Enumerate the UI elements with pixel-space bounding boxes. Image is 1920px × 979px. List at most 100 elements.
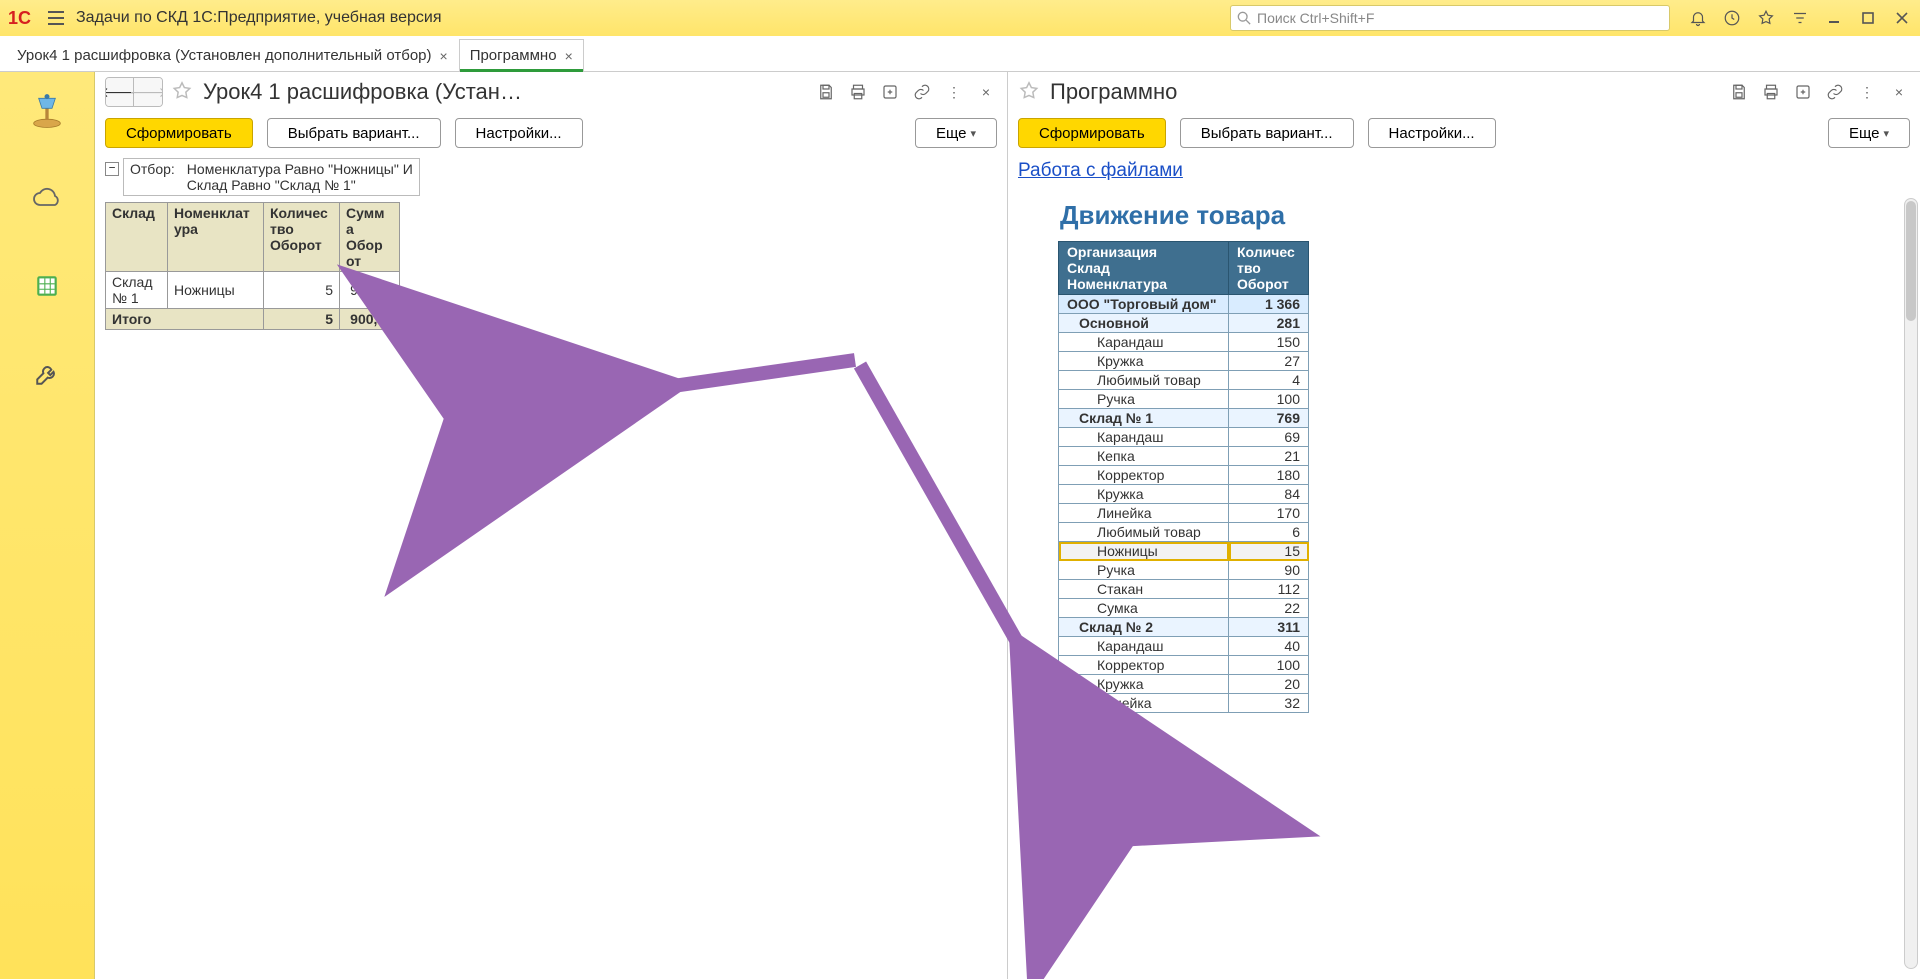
table-row[interactable]: Кепка21 — [1059, 447, 1309, 466]
cell: Кружка — [1059, 485, 1229, 504]
cloud-icon[interactable] — [27, 178, 67, 218]
table-row[interactable]: Любимый товар4 — [1059, 371, 1309, 390]
main-menu-button[interactable] — [44, 6, 68, 30]
filter-icon[interactable] — [1790, 8, 1810, 28]
export-icon[interactable] — [1792, 81, 1814, 103]
cell: Карандаш — [1059, 637, 1229, 656]
run-button[interactable]: Сформировать — [105, 118, 253, 148]
table-row[interactable]: ООО "Торговый дом"1 366 — [1059, 295, 1309, 314]
table-row[interactable]: Корректор180 — [1059, 466, 1309, 485]
cell: Кружка — [1059, 675, 1229, 694]
filter-line: Номенклатура Равно "Ножницы" И — [187, 161, 413, 177]
settings-button[interactable]: Настройки... — [455, 118, 583, 148]
tab-lesson4[interactable]: Урок4 1 расшифровка (Установлен дополнит… — [6, 39, 459, 71]
cell: 170 — [1229, 504, 1309, 523]
run-button[interactable]: Сформировать — [1018, 118, 1166, 148]
table-row[interactable]: Склад № 1769 — [1059, 409, 1309, 428]
filter-box: Отбор: Номенклатура Равно "Ножницы" И Ск… — [123, 158, 420, 196]
table-row[interactable]: Сумка22 — [1059, 599, 1309, 618]
filter-line: Склад Равно "Склад № 1" — [187, 177, 413, 193]
bell-icon[interactable] — [1688, 8, 1708, 28]
table-row[interactable]: Карандаш69 — [1059, 428, 1309, 447]
table-row[interactable]: Линейка32 — [1059, 694, 1309, 713]
table-row[interactable]: Кружка84 — [1059, 485, 1309, 504]
tab-programmno[interactable]: Программно × — [459, 39, 584, 71]
table-row[interactable]: Кружка20 — [1059, 675, 1309, 694]
save-icon[interactable] — [1728, 81, 1750, 103]
cell: Ножницы — [168, 272, 264, 309]
cell: Кепка — [1059, 447, 1229, 466]
table-row[interactable]: Стакан112 — [1059, 580, 1309, 599]
print-icon[interactable] — [1760, 81, 1782, 103]
wrench-icon[interactable] — [27, 354, 67, 394]
tab-close-icon[interactable]: × — [565, 48, 573, 64]
favorite-star-icon[interactable] — [1018, 80, 1042, 104]
history-icon[interactable] — [1722, 8, 1742, 28]
settings-button[interactable]: Настройки... — [1368, 118, 1496, 148]
files-link[interactable]: Работа с файлами — [1018, 158, 1183, 194]
tree-collapse-icon[interactable]: − — [105, 162, 119, 176]
save-icon[interactable] — [815, 81, 837, 103]
cell: Ручка — [1059, 390, 1229, 409]
variant-button[interactable]: Выбрать вариант... — [1180, 118, 1354, 148]
tab-close-icon[interactable]: × — [440, 48, 448, 64]
col-header: КоличествоОборот — [264, 203, 340, 272]
cell: 769 — [1229, 409, 1309, 428]
left-toolbar: Сформировать Выбрать вариант... Настройк… — [95, 112, 1007, 158]
global-search[interactable]: Поиск Ctrl+Shift+F — [1230, 5, 1670, 31]
link-icon[interactable] — [911, 81, 933, 103]
cell: 311 — [1229, 618, 1309, 637]
main-area: 🡐 🡒 Урок4 1 расшифровка (Устан… ⋮ × С — [0, 72, 1920, 979]
more-button[interactable]: Еще — [1828, 118, 1910, 148]
scrollbar[interactable] — [1904, 198, 1918, 969]
table-row[interactable]: Склад № 1 Ножницы 5 900,00 — [106, 272, 400, 309]
close-window-button[interactable] — [1892, 8, 1912, 28]
cell: 150 — [1229, 333, 1309, 352]
print-icon[interactable] — [847, 81, 869, 103]
table-row[interactable]: Ручка100 — [1059, 390, 1309, 409]
nav-group: 🡐 🡒 — [105, 77, 163, 107]
close-pane-icon[interactable]: × — [975, 81, 997, 103]
col-header: Организация Склад Номенклатура — [1059, 242, 1229, 295]
maximize-button[interactable] — [1858, 8, 1878, 28]
desk-lamp-icon[interactable] — [27, 90, 67, 130]
favorite-star-icon[interactable] — [171, 80, 195, 104]
cell: 69 — [1229, 428, 1309, 447]
kebab-icon[interactable]: ⋮ — [1856, 81, 1878, 103]
cell: 180 — [1229, 466, 1309, 485]
table-row[interactable]: Ножницы15 — [1059, 542, 1309, 561]
cell: Склад № 1 — [1059, 409, 1229, 428]
variant-button[interactable]: Выбрать вариант... — [267, 118, 441, 148]
table-row[interactable]: Кружка27 — [1059, 352, 1309, 371]
cell: 22 — [1229, 599, 1309, 618]
export-icon[interactable] — [879, 81, 901, 103]
tab-label: Урок4 1 расшифровка (Установлен дополнит… — [17, 47, 432, 64]
col-header: Номенклатура — [168, 203, 264, 272]
link-icon[interactable] — [1824, 81, 1846, 103]
table-row[interactable]: Склад № 2311 — [1059, 618, 1309, 637]
table-row[interactable]: Карандаш40 — [1059, 637, 1309, 656]
kebab-icon[interactable]: ⋮ — [943, 81, 965, 103]
star-icon[interactable] — [1756, 8, 1776, 28]
right-report-table: Организация Склад Номенклатура Количеств… — [1058, 241, 1309, 713]
cell: 90 — [1229, 561, 1309, 580]
table-row[interactable]: Любимый товар6 — [1059, 523, 1309, 542]
minimize-button[interactable] — [1824, 8, 1844, 28]
cell: ООО "Торговый дом" — [1059, 295, 1229, 314]
scrollbar-thumb[interactable] — [1906, 201, 1916, 321]
app-title: Задачи по СКД 1С:Предприятие, учебная ве… — [76, 9, 442, 27]
table-row[interactable]: Основной281 — [1059, 314, 1309, 333]
cell: 27 — [1229, 352, 1309, 371]
nav-forward-button[interactable]: 🡒 — [134, 78, 162, 106]
table-row[interactable]: Линейка170 — [1059, 504, 1309, 523]
table-row[interactable]: Карандаш150 — [1059, 333, 1309, 352]
cell: Любимый товар — [1059, 371, 1229, 390]
close-pane-icon[interactable]: × — [1888, 81, 1910, 103]
table-row[interactable]: Ручка90 — [1059, 561, 1309, 580]
more-button[interactable]: Еще — [915, 118, 997, 148]
titlebar-icons — [1688, 8, 1912, 28]
cell: Корректор — [1059, 466, 1229, 485]
spreadsheet-icon[interactable] — [27, 266, 67, 306]
left-pane-body: − Отбор: Номенклатура Равно "Ножницы" И … — [95, 158, 1007, 979]
table-row[interactable]: Корректор100 — [1059, 656, 1309, 675]
